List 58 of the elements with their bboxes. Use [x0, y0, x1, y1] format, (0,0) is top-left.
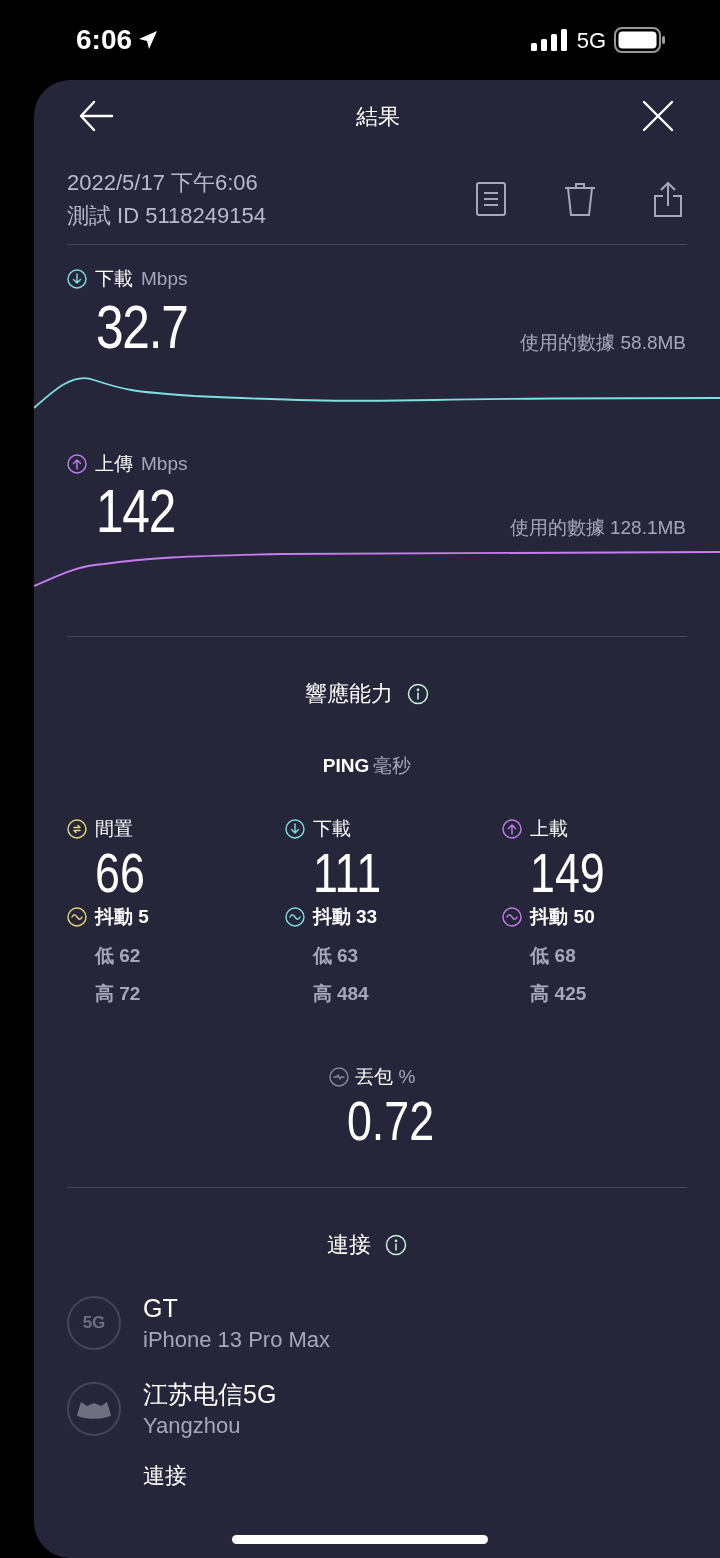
high-value: 高 425: [530, 982, 588, 1006]
jitter-value: 抖動 5: [95, 905, 149, 929]
high-value: 高 484: [312, 982, 370, 1006]
packet-loss-unit: %: [398, 1064, 416, 1089]
high-value: 高 72: [95, 982, 142, 1006]
section-title: 連接: [327, 1231, 371, 1259]
jitter-value: 抖動 33: [312, 905, 378, 929]
packet-loss-value: 0.72: [346, 1091, 434, 1151]
speed-unit: Mbps: [141, 267, 188, 291]
speed-value: 32.7: [96, 293, 188, 360]
ping-unit: 毫秒: [373, 754, 412, 778]
network-badge: 5G: [67, 1296, 121, 1350]
wave-icon: [502, 907, 523, 928]
document-button[interactable]: [475, 181, 507, 217]
ping-column-label: 下載: [312, 816, 351, 841]
upload-icon: [502, 818, 523, 839]
status-time: 6:06: [76, 23, 133, 57]
packet-loss-label: 丟包: [354, 1064, 393, 1089]
speed-label: 上傳: [95, 451, 133, 476]
info-icon[interactable]: [407, 682, 429, 705]
back-button[interactable]: [78, 98, 114, 134]
wave-icon: [67, 907, 87, 928]
low-value: 低 62: [95, 943, 142, 968]
info-icon[interactable]: [385, 1233, 407, 1256]
wave-icon: [284, 907, 305, 928]
delete-button[interactable]: [563, 181, 597, 217]
ping-value: 111: [312, 843, 382, 903]
ping-value: 149: [530, 843, 607, 903]
data-used: 使用的數據 58.8MB: [520, 331, 686, 355]
low-value: 低 68: [530, 943, 577, 968]
upload-icon: [67, 453, 87, 474]
jitter-value: 抖動 50: [530, 905, 595, 929]
test-id: 測試 ID 5118249154: [67, 202, 266, 230]
connection-name: GT: [143, 1293, 179, 1324]
section-title: 響應能力: [305, 680, 393, 708]
connection-more: 連接: [143, 1463, 187, 1489]
download-icon: [284, 818, 305, 839]
download-icon: [67, 269, 87, 290]
test-date: 2022/5/17 下午6:06: [67, 169, 259, 197]
page-title: 結果: [356, 102, 400, 131]
speed-label: 下載: [95, 267, 133, 291]
battery-icon: [614, 27, 666, 53]
ping-column-label: 間置: [95, 816, 133, 841]
packet-loss-icon: [328, 1066, 349, 1087]
speed-value: 142: [96, 478, 176, 544]
connection-detail: Yangzhou: [143, 1412, 242, 1440]
share-button[interactable]: [653, 180, 683, 218]
data-used: 使用的數據 128.1MB: [509, 515, 686, 540]
speed-unit: Mbps: [141, 451, 188, 476]
connection-detail: iPhone 13 Pro Max: [143, 1326, 331, 1354]
ping-value: 66: [95, 843, 146, 903]
ping-column-label: 上載: [530, 816, 569, 841]
low-value: 低 63: [312, 943, 360, 968]
signal-icon: [530, 28, 569, 52]
close-button[interactable]: [642, 100, 674, 132]
network-type: 5G: [576, 26, 606, 55]
connection-name: 江苏电信5G: [143, 1379, 277, 1410]
ping-label: PING: [322, 754, 370, 778]
